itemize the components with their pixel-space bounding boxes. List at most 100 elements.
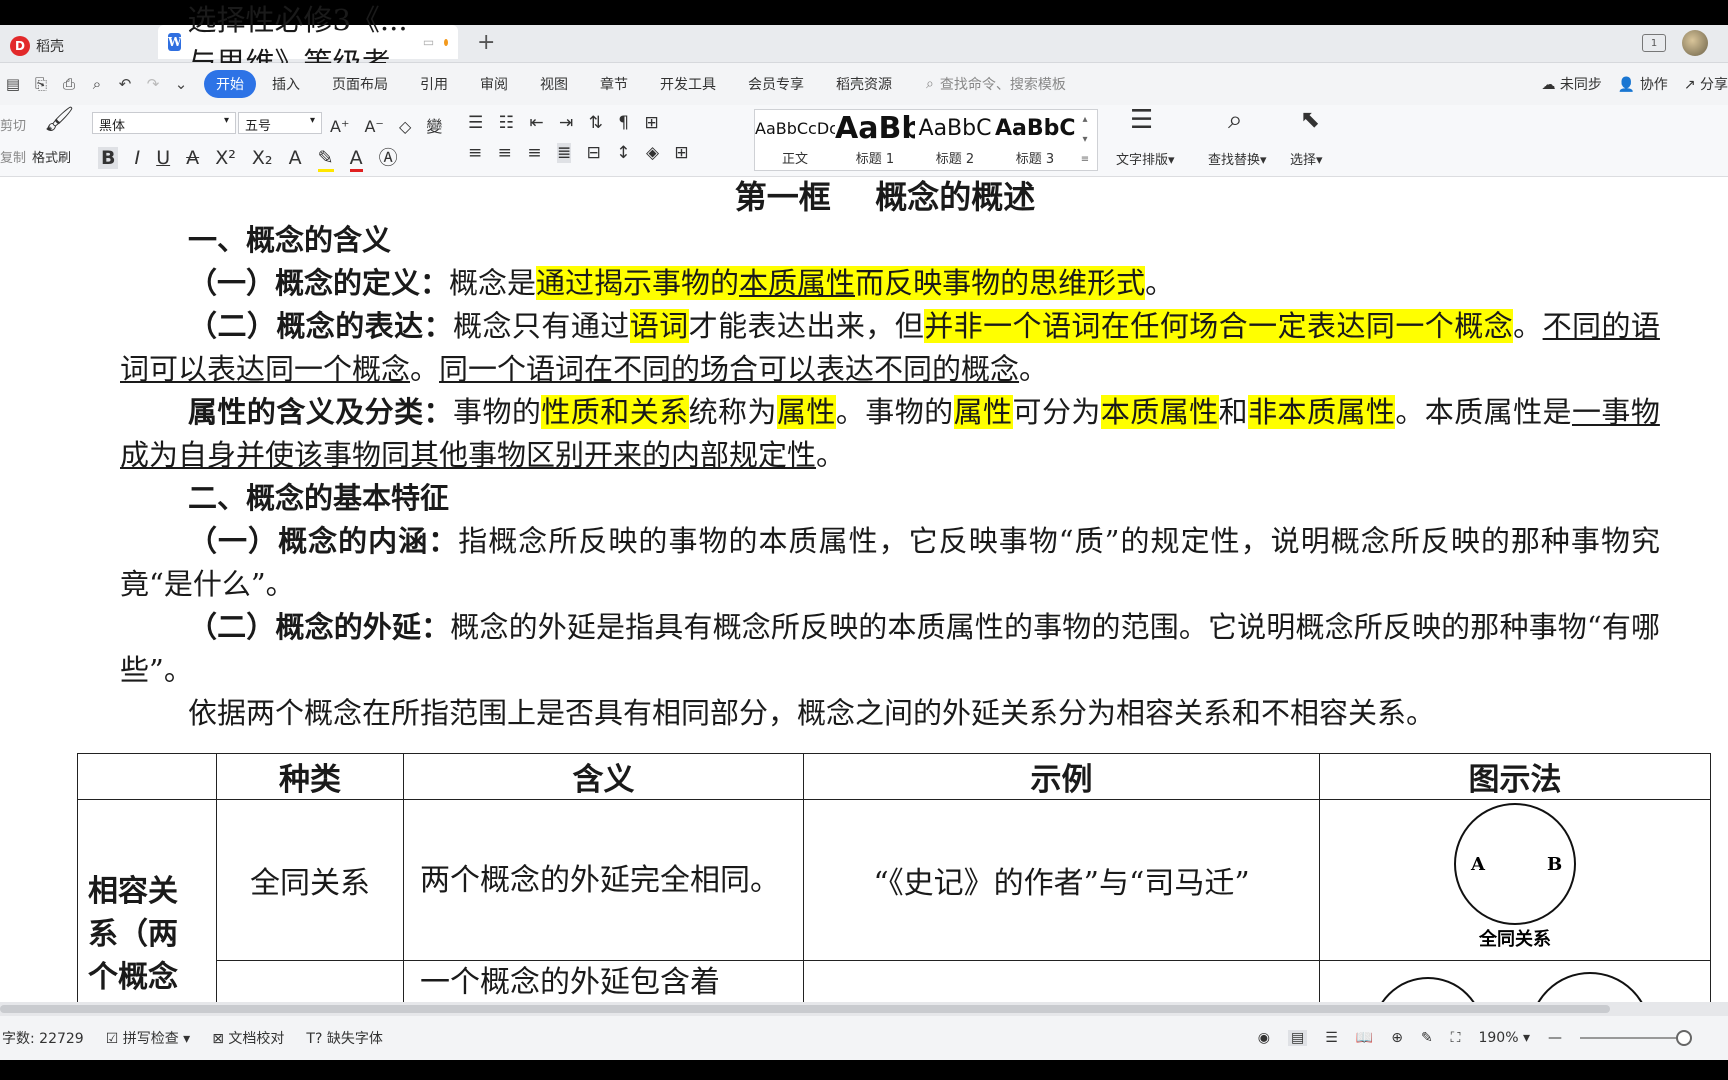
align-right-icon[interactable]: ≡	[527, 143, 541, 163]
zoom-slider[interactable]	[1580, 1030, 1692, 1046]
text-effect-icon[interactable]: A	[289, 147, 302, 169]
file-icon[interactable]: ▤	[4, 75, 22, 93]
borders-icon[interactable]: ⊞	[674, 143, 688, 163]
style-heading-3[interactable]: AaBbC 标题 3	[995, 110, 1075, 170]
font-color-icon[interactable]: A	[349, 147, 363, 172]
bullets-icon[interactable]: ☰	[468, 113, 483, 133]
save-icon[interactable]: ⎘	[32, 75, 50, 93]
web-view-icon[interactable]: ⊕	[1391, 1030, 1403, 1046]
page-view-icon[interactable]: ▤	[1287, 1030, 1308, 1046]
tab-home[interactable]: D 稻壳	[0, 29, 155, 63]
menu-member[interactable]: 会员专享	[732, 70, 820, 98]
text-layout-button[interactable]: 文字排版▾	[1116, 149, 1175, 168]
cut-button[interactable]: 剪切	[0, 115, 26, 134]
chevron-down-icon[interactable]: ⌄	[172, 75, 190, 93]
distribute-icon[interactable]: ⊟	[587, 143, 601, 163]
menu-references[interactable]: 引用	[404, 70, 464, 98]
format-painter-label[interactable]: 格式刷	[32, 147, 71, 166]
decrease-indent-icon[interactable]: ⇤	[529, 113, 543, 133]
menu-review[interactable]: 审阅	[464, 70, 524, 98]
align-center-icon[interactable]: ≡	[498, 143, 512, 163]
document-page[interactable]: 第一框 概念的概述 一、概念的含义 （一）概念的定义：概念是通过揭示事物的本质属…	[120, 177, 1660, 735]
highlight-icon[interactable]: ✎	[317, 147, 334, 172]
copy-button[interactable]: 复制	[0, 147, 26, 166]
select-cursor-icon[interactable]: ⬉	[1300, 105, 1320, 133]
format-painter-icon[interactable]: 🖌	[44, 105, 74, 133]
shading-icon[interactable]: ◈	[646, 143, 659, 163]
strikethrough-icon[interactable]: A	[186, 147, 199, 169]
document-area[interactable]: 第一框 概念的概述 一、概念的含义 （一）概念的定义：概念是通过揭示事物的本质属…	[0, 177, 1728, 1002]
menu-page-layout[interactable]: 页面布局	[316, 70, 404, 98]
justify-icon[interactable]: ≣	[556, 143, 572, 163]
bold-icon[interactable]: B	[98, 147, 119, 169]
increase-indent-icon[interactable]: ⇥	[559, 113, 573, 133]
font-size-select[interactable]: 五号 ▾	[238, 112, 322, 134]
command-search-placeholder: 查找命令、搜索模板	[939, 77, 1066, 93]
style-heading-1[interactable]: AaBb 标题 1	[835, 110, 915, 170]
zoom-slider-knob[interactable]	[1676, 1030, 1692, 1046]
word-count[interactable]: 字数: 22729	[2, 1028, 84, 1048]
subscript-icon[interactable]: X₂	[252, 147, 273, 169]
clear-format-icon[interactable]: ◇	[399, 117, 411, 136]
collaborate-button[interactable]: 👤 协作	[1618, 74, 1668, 94]
font-name-select[interactable]: 黑体 ▾	[92, 112, 236, 134]
tab-document[interactable]: W 选择性必修3《...与思维》等级考 ▭	[158, 3, 458, 80]
menu-developer[interactable]: 开发工具	[644, 70, 732, 98]
missing-font-button[interactable]: T? 缺失字体	[306, 1028, 382, 1048]
style-normal-label: 正文	[781, 152, 808, 167]
fit-page-icon[interactable]: ⛶	[1451, 1030, 1461, 1046]
paragraph-extension: （二）概念的外延：概念的外延是指具有概念所反映的本质属性的事物的范围。它说明概念…	[120, 606, 1660, 692]
horizontal-scrollbar[interactable]	[0, 1002, 1728, 1016]
eye-protection-icon[interactable]: ◉	[1258, 1030, 1270, 1046]
avatar[interactable]	[1682, 30, 1708, 56]
undo-icon[interactable]: ↶	[116, 75, 134, 93]
grow-font-icon[interactable]: A⁺	[330, 117, 349, 136]
window-count-icon[interactable]: 1	[1642, 34, 1666, 52]
write-mode-icon[interactable]: ✎	[1421, 1030, 1433, 1046]
print-icon[interactable]: ⎙	[60, 75, 78, 93]
style-normal[interactable]: AaBbCcDc 正文	[755, 110, 835, 170]
style-heading-1-label: 标题 1	[855, 152, 895, 167]
find-replace-button[interactable]: 查找替换▾	[1208, 149, 1267, 168]
select-button[interactable]: 选择▾	[1290, 149, 1323, 168]
style-gallery-scroll[interactable]: ▴ ▾ ≡	[1075, 110, 1095, 170]
new-tab-button[interactable]: +	[477, 30, 495, 55]
zoom-out-button[interactable]: —	[1548, 1030, 1562, 1046]
menu-insert[interactable]: 插入	[256, 70, 316, 98]
share-button[interactable]: ↗ 分享	[1684, 74, 1728, 94]
outline-view-icon[interactable]: ☰	[1325, 1030, 1338, 1046]
menu-section[interactable]: 章节	[584, 70, 644, 98]
show-marks-icon[interactable]: ¶	[618, 113, 629, 133]
zoom-level[interactable]: 190% ▾	[1478, 1030, 1530, 1046]
section-heading-2: 二、概念的基本特征	[188, 481, 450, 515]
highlighted-text: 属性	[776, 395, 836, 429]
menu-view[interactable]: 视图	[524, 70, 584, 98]
underline-icon[interactable]: U	[156, 147, 170, 169]
redo-icon[interactable]: ↷	[144, 75, 162, 93]
style-heading-2[interactable]: AaBbC 标题 2	[915, 110, 995, 170]
paragraph-relations-intro: 依据两个概念在所指范围上是否具有相同部分，概念之间的外延关系分为相容关系和不相容…	[188, 696, 1436, 730]
spell-check-button[interactable]: ☑ 拼写检查 ▾	[106, 1028, 191, 1048]
superscript-icon[interactable]: X²	[215, 147, 236, 169]
command-search[interactable]: ⌕ 查找命令、搜索模板	[926, 74, 1066, 94]
find-replace-icon[interactable]: ⌕	[1228, 105, 1243, 136]
menu-docer-resources[interactable]: 稻壳资源	[820, 70, 908, 98]
sync-status-button[interactable]: ☁ 未同步	[1541, 74, 1601, 94]
proofread-button[interactable]: ⊠ 文档校对	[212, 1028, 284, 1048]
char-border-icon[interactable]: Ⓐ	[379, 143, 398, 170]
align-left-icon[interactable]: ≡	[468, 143, 482, 163]
line-spacing-icon[interactable]: ↕	[616, 143, 630, 163]
reading-view-icon[interactable]: 📖	[1356, 1030, 1373, 1046]
print-preview-icon[interactable]: ⌕	[88, 75, 106, 93]
tabs-icon[interactable]: ⊞	[645, 113, 659, 133]
text-layout-icon[interactable]: ☰	[1130, 105, 1153, 135]
italic-icon[interactable]: I	[135, 147, 141, 169]
shrink-font-icon[interactable]: A⁻	[364, 117, 383, 136]
menu-home[interactable]: 开始	[204, 70, 256, 98]
sort-icon[interactable]: ⇅	[589, 113, 603, 133]
scrollbar-thumb[interactable]	[0, 1005, 1610, 1013]
text-format-tools: B I U A X² X₂ A ✎ A Ⓐ	[98, 143, 408, 172]
highlighted-text: 属性	[953, 395, 1013, 429]
phonetic-icon[interactable]: 變	[426, 113, 442, 137]
numbering-icon[interactable]: ☷	[499, 113, 514, 133]
